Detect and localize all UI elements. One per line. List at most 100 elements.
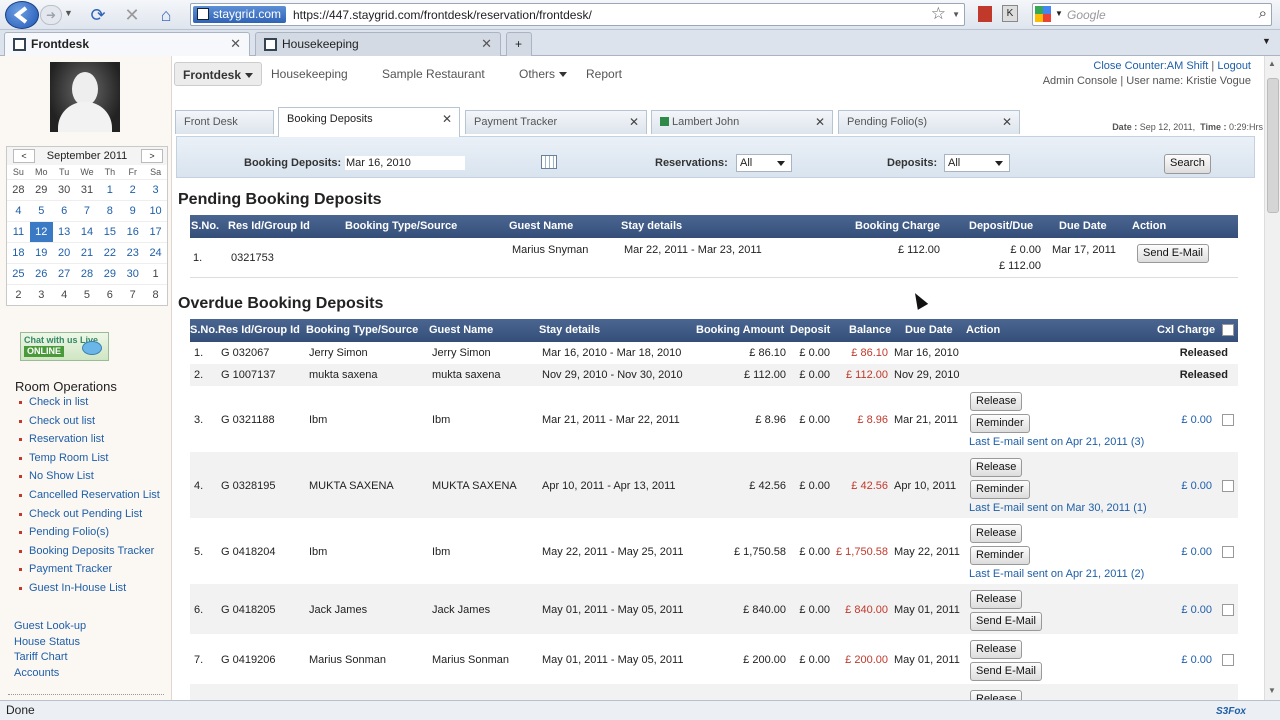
- sidebar-link[interactable]: Check out Pending List: [16, 508, 172, 527]
- tab-front-desk[interactable]: Front Desk: [175, 110, 274, 134]
- stop-icon[interactable]: ✕: [120, 3, 144, 27]
- calendar-day[interactable]: 5: [29, 200, 53, 221]
- calendar-day[interactable]: 30: [121, 263, 145, 284]
- row-checkbox[interactable]: [1222, 414, 1234, 426]
- release-button[interactable]: Release: [970, 590, 1023, 609]
- calendar-day[interactable]: 18: [7, 242, 30, 263]
- site-identity-badge[interactable]: staygrid.com: [193, 6, 287, 23]
- calendar-day[interactable]: 6: [52, 200, 76, 221]
- sidebar-link[interactable]: Payment Tracker: [16, 563, 172, 582]
- calendar-day[interactable]: 1: [144, 263, 167, 284]
- release-button[interactable]: Release: [970, 640, 1023, 659]
- row-checkbox[interactable]: [1222, 654, 1234, 666]
- release-button[interactable]: Release: [970, 458, 1023, 477]
- history-dropdown-icon[interactable]: ▼: [64, 8, 73, 18]
- send-email-button[interactable]: Send E-Mail: [970, 612, 1042, 631]
- sidebar-link[interactable]: Check in list: [16, 396, 172, 415]
- calendar-day[interactable]: 3: [144, 179, 167, 200]
- tab-booking-deposits[interactable]: Booking Deposits ✕: [278, 107, 460, 137]
- calendar-day[interactable]: 21: [75, 242, 99, 263]
- scroll-down-icon[interactable]: ▼: [1268, 686, 1276, 695]
- calendar-day[interactable]: 26: [29, 263, 53, 284]
- calendar-day[interactable]: 5: [75, 284, 99, 305]
- calendar-day[interactable]: 8: [98, 200, 122, 221]
- calendar-day[interactable]: 12: [29, 221, 53, 242]
- calendar-day[interactable]: 25: [7, 263, 30, 284]
- reminder-button[interactable]: Reminder: [970, 546, 1030, 565]
- calendar-day[interactable]: 2: [7, 284, 30, 305]
- search-icon[interactable]: ⌕: [1259, 5, 1267, 22]
- select-all-checkbox[interactable]: [1222, 324, 1234, 336]
- tab-pending-folios[interactable]: Pending Folio(s) ✕: [838, 110, 1020, 134]
- tab-lambert-john[interactable]: Lambert John ✕: [651, 110, 833, 134]
- close-tab-icon[interactable]: ✕: [230, 33, 241, 55]
- sidebar-link[interactable]: No Show List: [16, 470, 172, 489]
- k-addon-icon[interactable]: K: [1002, 5, 1018, 22]
- close-tab-icon[interactable]: ✕: [1002, 111, 1012, 134]
- calendar-day[interactable]: 8: [144, 284, 167, 305]
- deposits-select[interactable]: All: [944, 154, 1010, 172]
- calendar-day[interactable]: 22: [98, 242, 122, 263]
- row-checkbox[interactable]: [1222, 546, 1234, 558]
- calendar-day[interactable]: 17: [144, 221, 167, 242]
- booking-date-input[interactable]: Mar 16, 2010: [345, 156, 465, 170]
- s3fox-addon-icon[interactable]: S3Fox: [1216, 703, 1246, 720]
- live-chat-button[interactable]: Chat with us Live ONLINE: [20, 332, 109, 361]
- calendar-day[interactable]: 19: [29, 242, 53, 263]
- row-checkbox[interactable]: [1222, 604, 1234, 616]
- calendar-day[interactable]: 7: [121, 284, 145, 305]
- calendar-day[interactable]: 13: [52, 221, 76, 242]
- calendar-day[interactable]: 28: [7, 179, 30, 200]
- sidebar-link[interactable]: Reservation list: [16, 433, 172, 452]
- browser-tab-frontdesk[interactable]: Frontdesk ✕: [4, 32, 250, 56]
- calendar-icon[interactable]: [541, 155, 557, 169]
- calendar-day[interactable]: 15: [98, 221, 122, 242]
- address-bar[interactable]: staygrid.com https://447.staygrid.com/fr…: [190, 3, 965, 26]
- calendar-day[interactable]: 23: [121, 242, 145, 263]
- calendar-day[interactable]: 10: [144, 200, 167, 221]
- nav-sample-restaurant[interactable]: Sample Restaurant: [382, 62, 485, 86]
- sidebar-link[interactable]: Accounts: [14, 667, 170, 683]
- release-button[interactable]: Release: [970, 690, 1023, 700]
- reload-icon[interactable]: ⟳: [86, 3, 110, 27]
- calendar-day[interactable]: 2: [121, 179, 145, 200]
- calendar-day[interactable]: 4: [52, 284, 76, 305]
- close-counter-link[interactable]: Close Counter:AM Shift: [1093, 60, 1208, 72]
- close-tab-icon[interactable]: ✕: [629, 111, 639, 134]
- forward-button[interactable]: ➜: [40, 5, 62, 25]
- calendar-day[interactable]: 30: [52, 179, 76, 200]
- sidebar-link[interactable]: Temp Room List: [16, 452, 172, 471]
- nav-frontdesk[interactable]: Frontdesk: [174, 62, 263, 86]
- calendar-day[interactable]: 6: [98, 284, 122, 305]
- new-tab-button[interactable]: +: [506, 32, 532, 56]
- url-dropdown-icon[interactable]: ▼: [952, 10, 960, 19]
- sidebar-link[interactable]: Tariff Chart: [14, 651, 170, 667]
- calendar-day[interactable]: 3: [29, 284, 53, 305]
- calendar-day[interactable]: 4: [7, 200, 30, 221]
- addon-icon[interactable]: [978, 6, 992, 22]
- sidebar-link[interactable]: Booking Deposits Tracker: [16, 545, 172, 564]
- sidebar-link[interactable]: Cancelled Reservation List: [16, 489, 172, 508]
- close-tab-icon[interactable]: ✕: [481, 33, 492, 55]
- scroll-up-icon[interactable]: ▲: [1268, 59, 1276, 68]
- row-checkbox[interactable]: [1222, 480, 1234, 492]
- search-engine-dropdown-icon[interactable]: ▼: [1055, 9, 1063, 18]
- calendar-day[interactable]: 24: [144, 242, 167, 263]
- reservations-select[interactable]: All: [736, 154, 792, 172]
- sidebar-link[interactable]: House Status: [14, 636, 170, 652]
- sidebar-link[interactable]: Guest In-House List: [16, 582, 172, 601]
- nav-others[interactable]: Others: [519, 62, 568, 86]
- tab-payment-tracker[interactable]: Payment Tracker ✕: [465, 110, 647, 134]
- send-email-button[interactable]: Send E-Mail: [970, 662, 1042, 681]
- bookmark-star-icon[interactable]: ☆: [931, 4, 946, 24]
- calendar-day[interactable]: 31: [75, 179, 99, 200]
- calendar-day[interactable]: 11: [7, 221, 30, 242]
- calendar-day[interactable]: 29: [98, 263, 122, 284]
- scroll-thumb[interactable]: [1267, 78, 1279, 213]
- calendar-day[interactable]: 28: [75, 263, 99, 284]
- calendar-day[interactable]: 29: [29, 179, 53, 200]
- sidebar-link[interactable]: Guest Look-up: [14, 620, 170, 636]
- page-scrollbar[interactable]: ▲ ▼: [1264, 56, 1280, 700]
- close-tab-icon[interactable]: ✕: [815, 111, 825, 134]
- nav-report[interactable]: Report: [586, 62, 622, 86]
